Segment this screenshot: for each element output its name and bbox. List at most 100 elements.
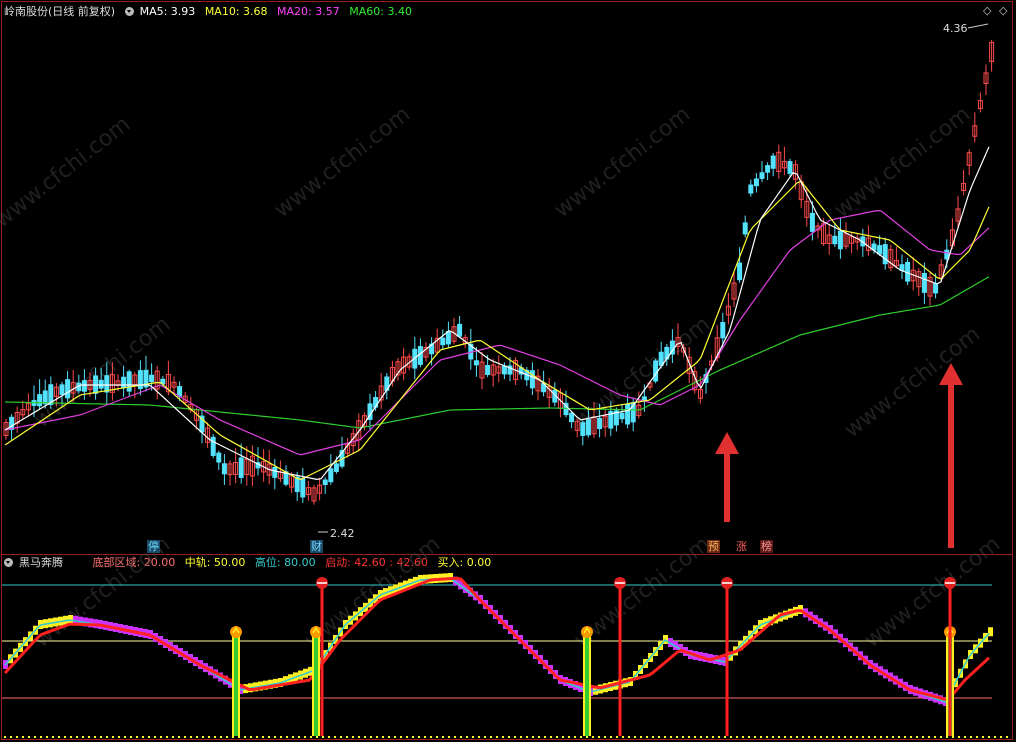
- baseline-dot: [766, 736, 768, 738]
- candle: [597, 417, 603, 430]
- red-arrow-icon: [939, 363, 963, 385]
- baseline-dot: [136, 736, 138, 738]
- baseline-dot: [844, 736, 846, 738]
- baseline-dot: [790, 736, 792, 738]
- red-arrow-icon: [715, 432, 739, 454]
- candle: [65, 379, 71, 399]
- baseline-dot: [232, 736, 234, 738]
- baseline-dot: [718, 736, 720, 738]
- baseline-dot: [748, 736, 750, 738]
- candle: [882, 244, 888, 265]
- flag-pre[interactable]: 预: [707, 540, 720, 553]
- baseline-dot: [166, 736, 168, 738]
- baseline-dot: [364, 736, 366, 738]
- flag-finance[interactable]: 财: [310, 540, 323, 553]
- baseline-dot: [322, 736, 324, 738]
- candle: [149, 374, 155, 383]
- candle: [328, 468, 334, 483]
- baseline-dot: [952, 736, 954, 738]
- baseline-dot: [460, 736, 462, 738]
- baseline-dot: [154, 736, 156, 738]
- baseline-dot: [940, 736, 942, 738]
- baseline-dot: [982, 736, 984, 738]
- baseline-dot: [406, 736, 408, 738]
- baseline-dot: [70, 736, 72, 738]
- baseline-dot: [388, 736, 390, 738]
- baseline-dot: [448, 736, 450, 738]
- flag-rise[interactable]: 涨: [735, 540, 748, 553]
- diamond-icon[interactable]: ◇: [983, 4, 991, 17]
- baseline-dot: [268, 736, 270, 738]
- candle: [272, 466, 278, 478]
- signal-line: [320, 584, 324, 736]
- baseline-dot: [598, 736, 600, 738]
- baseline-dot: [724, 736, 726, 738]
- baseline-dot: [646, 736, 648, 738]
- red-arrow-icon: [948, 383, 954, 548]
- baseline-dot: [250, 736, 252, 738]
- baseline-dot: [610, 736, 612, 738]
- baseline-dot: [274, 736, 276, 738]
- baseline-dot: [496, 736, 498, 738]
- candle: [238, 457, 244, 478]
- baseline-dot: [838, 736, 840, 738]
- baseline-dot: [286, 736, 288, 738]
- baseline-dot: [454, 736, 456, 738]
- baseline-dot: [316, 736, 318, 738]
- baseline-dot: [736, 736, 738, 738]
- baseline-dot: [994, 736, 996, 738]
- baseline-dot: [544, 736, 546, 738]
- diamond-icon[interactable]: ◇: [999, 4, 1007, 17]
- baseline-dot: [694, 736, 696, 738]
- baseline-dot: [700, 736, 702, 738]
- candle: [742, 222, 748, 235]
- baseline-dot: [538, 736, 540, 738]
- baseline-dot: [868, 736, 870, 738]
- baseline-dot: [172, 736, 174, 738]
- baseline-dot: [562, 736, 564, 738]
- baseline-dot: [34, 736, 36, 738]
- candle: [221, 463, 227, 475]
- baseline-dot: [814, 736, 816, 738]
- high-pointer: [967, 23, 989, 29]
- baseline-dot: [1000, 736, 1002, 738]
- candle: [877, 245, 883, 255]
- baseline-dot: [622, 736, 624, 738]
- candle: [787, 161, 793, 174]
- low-price-label: 2.42: [330, 527, 355, 540]
- baseline-dot: [670, 736, 672, 738]
- baseline-dot: [292, 736, 294, 738]
- signal-ball-icon: [945, 582, 955, 584]
- baseline-dot: [934, 736, 936, 738]
- candle: [921, 272, 927, 293]
- baseline-dot: [118, 736, 120, 738]
- baseline-dot: [142, 736, 144, 738]
- baseline-dot: [898, 736, 900, 738]
- candle: [473, 360, 479, 366]
- baseline-dot: [466, 736, 468, 738]
- flag-list[interactable]: 榜: [760, 540, 773, 553]
- baseline-dot: [400, 736, 402, 738]
- baseline-dot: [46, 736, 48, 738]
- baseline-dot: [190, 736, 192, 738]
- candle: [81, 380, 87, 392]
- baseline-dot: [730, 736, 732, 738]
- candle: [625, 403, 631, 425]
- baseline-dot: [508, 736, 510, 738]
- baseline-dot: [592, 736, 594, 738]
- candle: [445, 331, 451, 345]
- candle: [720, 322, 726, 339]
- candle: [585, 419, 591, 436]
- candle: [832, 235, 838, 245]
- candle: [121, 376, 127, 389]
- candle: [765, 165, 771, 173]
- candle: [177, 386, 183, 397]
- price-chart[interactable]: [0, 0, 1016, 742]
- baseline-dot: [574, 736, 576, 738]
- baseline-dot: [382, 736, 384, 738]
- signal-bar: [585, 636, 589, 736]
- baseline-dot: [424, 736, 426, 738]
- baseline-dot: [922, 736, 924, 738]
- baseline-dot: [370, 736, 372, 738]
- flag-stop[interactable]: 停: [147, 540, 160, 553]
